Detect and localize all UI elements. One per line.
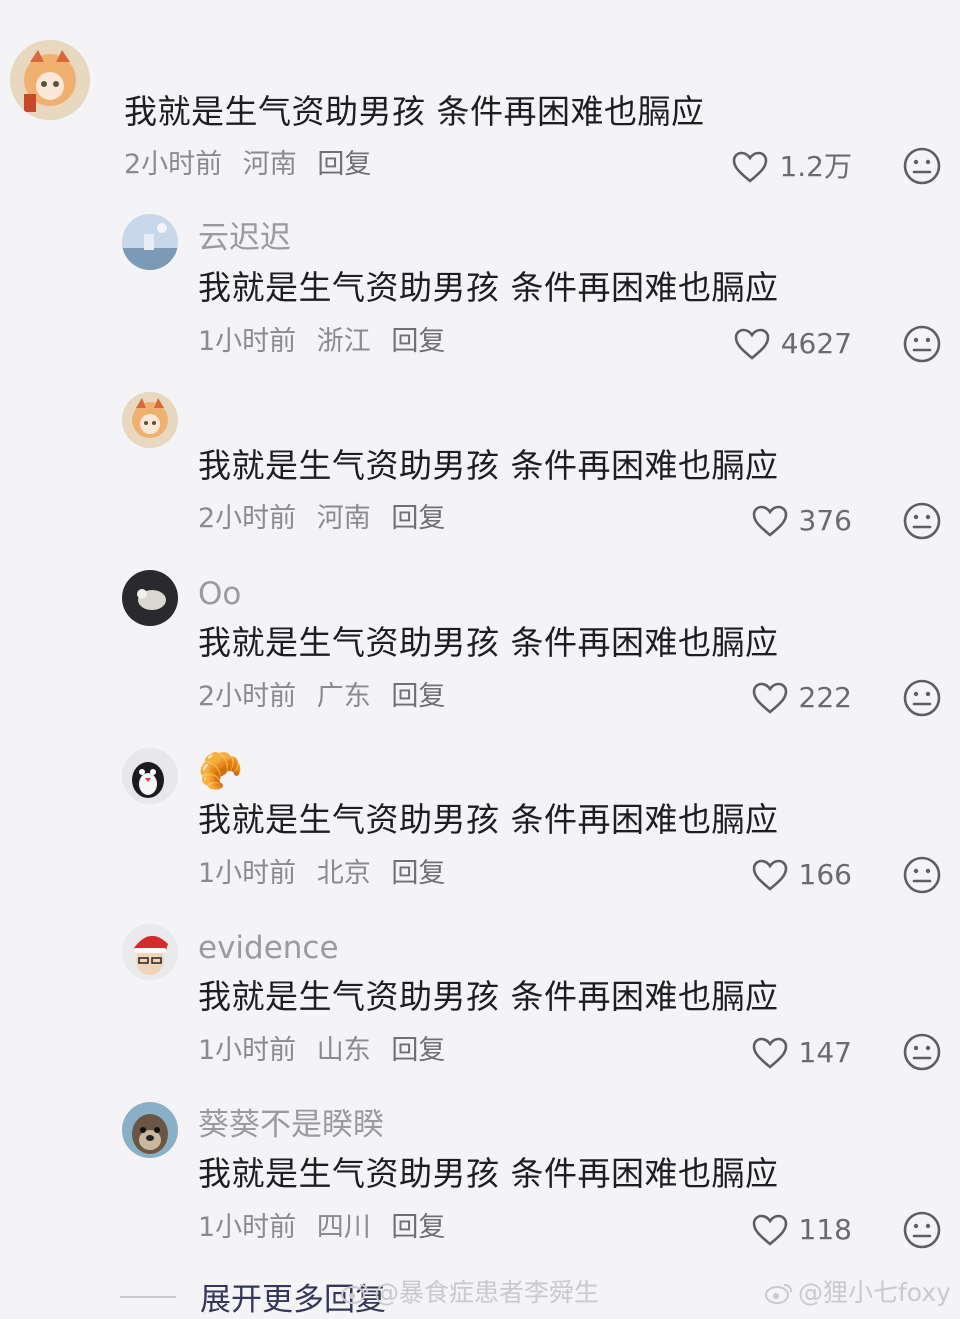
like-button[interactable]: 147	[751, 1036, 852, 1070]
avatar[interactable]	[122, 570, 178, 626]
heart-icon	[752, 682, 787, 714]
comment-text: 我就是生气资助男孩 条件再困难也膈应	[198, 800, 779, 839]
otter-avatar-icon	[122, 1102, 178, 1158]
neutral-face-icon	[903, 502, 941, 540]
like-count: 4627	[780, 327, 852, 360]
comment-time: 2小时前	[198, 681, 297, 712]
like-count: 118	[798, 1213, 852, 1246]
comment-time: 1小时前	[198, 1035, 297, 1066]
comment-text: 我就是生气资助男孩 条件再困难也膈应	[198, 446, 779, 485]
avatar[interactable]	[122, 924, 178, 980]
santa-hat-avatar-icon	[122, 924, 178, 980]
comment-time: 2小时前	[198, 503, 297, 534]
anime-tiger-avatar-icon	[10, 40, 90, 120]
comment-meta: 2小时前 广东 回复	[198, 680, 457, 714]
watermark: @狸小七foxy	[764, 1278, 951, 1308]
comment-time: 1小时前	[198, 326, 297, 357]
watermark-text: @暴食症患者李舜生	[374, 1278, 600, 1307]
comment-meta: 1小时前 北京 回复	[198, 857, 457, 891]
avatar[interactable]	[122, 392, 178, 448]
comment-location: 四川	[316, 1212, 371, 1243]
like-count: 166	[798, 858, 852, 891]
avatar[interactable]	[122, 214, 178, 270]
comment-text: 我就是生气资助男孩 条件再困难也膈应	[124, 92, 705, 131]
heart-icon	[752, 1037, 787, 1069]
like-button[interactable]: 222	[751, 681, 852, 715]
heart-icon	[752, 1214, 787, 1246]
comment-time: 2小时前	[124, 149, 223, 180]
penguin-avatar-icon	[122, 748, 178, 804]
reply-button[interactable]: 回复	[391, 1035, 445, 1066]
comment-meta: 1小时前 浙江 回复	[198, 325, 457, 359]
comment-location: 广东	[316, 681, 371, 712]
comment-meta: 2小时前 河南 回复	[124, 148, 383, 182]
reply-button[interactable]: 回复	[391, 503, 445, 534]
neutral-face-icon	[903, 325, 941, 363]
dislike-button[interactable]	[902, 501, 942, 541]
like-count: 222	[798, 681, 852, 714]
username[interactable]: 云迟迟	[198, 220, 291, 256]
heart-icon	[733, 151, 768, 183]
like-button[interactable]: 1.2万	[731, 150, 852, 184]
dark-object-avatar-icon	[122, 570, 178, 626]
dislike-button[interactable]	[902, 855, 942, 895]
heart-icon	[752, 505, 787, 537]
comment-location: 河南	[242, 149, 297, 180]
like-count: 1.2万	[779, 150, 852, 183]
anime-tiger-avatar-icon	[122, 392, 178, 448]
neutral-face-icon	[903, 147, 941, 185]
username[interactable]: 🥐	[198, 752, 243, 792]
dislike-button[interactable]	[902, 1032, 942, 1072]
comment-location: 浙江	[316, 326, 371, 357]
dislike-button[interactable]	[902, 1210, 942, 1250]
neutral-face-icon	[903, 679, 941, 717]
avatar[interactable]	[122, 748, 178, 804]
like-button[interactable]: 166	[751, 858, 852, 892]
comment-meta: 2小时前 河南 回复	[198, 502, 457, 536]
reply-button[interactable]: 回复	[391, 681, 445, 712]
dislike-button[interactable]	[902, 146, 942, 186]
heart-icon	[752, 859, 787, 891]
comment-location: 山东	[316, 1035, 371, 1066]
comment-location: 河南	[316, 503, 371, 534]
reply-button[interactable]: 回复	[391, 326, 445, 357]
reply-button[interactable]: 回复	[317, 149, 371, 180]
neutral-face-icon	[903, 856, 941, 894]
weibo-logo-icon	[765, 1284, 792, 1304]
username[interactable]: 葵葵不是睽睽	[198, 1107, 384, 1143]
dislike-button[interactable]	[902, 324, 942, 364]
comment-time: 1小时前	[198, 858, 297, 889]
heart-icon	[734, 328, 770, 360]
avatar[interactable]	[10, 40, 90, 120]
comment-text: 我就是生气资助男孩 条件再困难也膈应	[198, 268, 779, 307]
comment-location: 北京	[316, 858, 371, 889]
reply-button[interactable]: 回复	[391, 858, 445, 889]
comment-time: 1小时前	[198, 1212, 297, 1243]
comment-text: 我就是生气资助男孩 条件再困难也膈应	[198, 1154, 779, 1193]
weibo-logo-icon	[341, 1284, 368, 1304]
like-count: 376	[798, 504, 852, 537]
neutral-face-icon	[903, 1211, 941, 1249]
like-button[interactable]: 376	[751, 504, 852, 538]
like-count: 147	[798, 1036, 852, 1069]
divider	[120, 1295, 176, 1298]
comment-meta: 1小时前 四川 回复	[198, 1211, 457, 1245]
comment-text: 我就是生气资助男孩 条件再困难也膈应	[198, 623, 779, 662]
watermark: @暴食症患者李舜生	[340, 1278, 599, 1308]
username[interactable]: Oo	[198, 576, 241, 612]
neutral-face-icon	[903, 1033, 941, 1071]
dislike-button[interactable]	[902, 678, 942, 718]
username[interactable]: evidence	[198, 930, 339, 966]
watermark-text: @狸小七foxy	[798, 1278, 951, 1307]
comment-meta: 1小时前 山东 回复	[198, 1034, 457, 1068]
comment-text: 我就是生气资助男孩 条件再困难也膈应	[198, 977, 779, 1016]
like-button[interactable]: 4627	[733, 327, 852, 361]
avatar[interactable]	[122, 1102, 178, 1158]
sky-landscape-avatar-icon	[122, 214, 178, 270]
reply-button[interactable]: 回复	[391, 1212, 445, 1243]
like-button[interactable]: 118	[751, 1213, 852, 1247]
